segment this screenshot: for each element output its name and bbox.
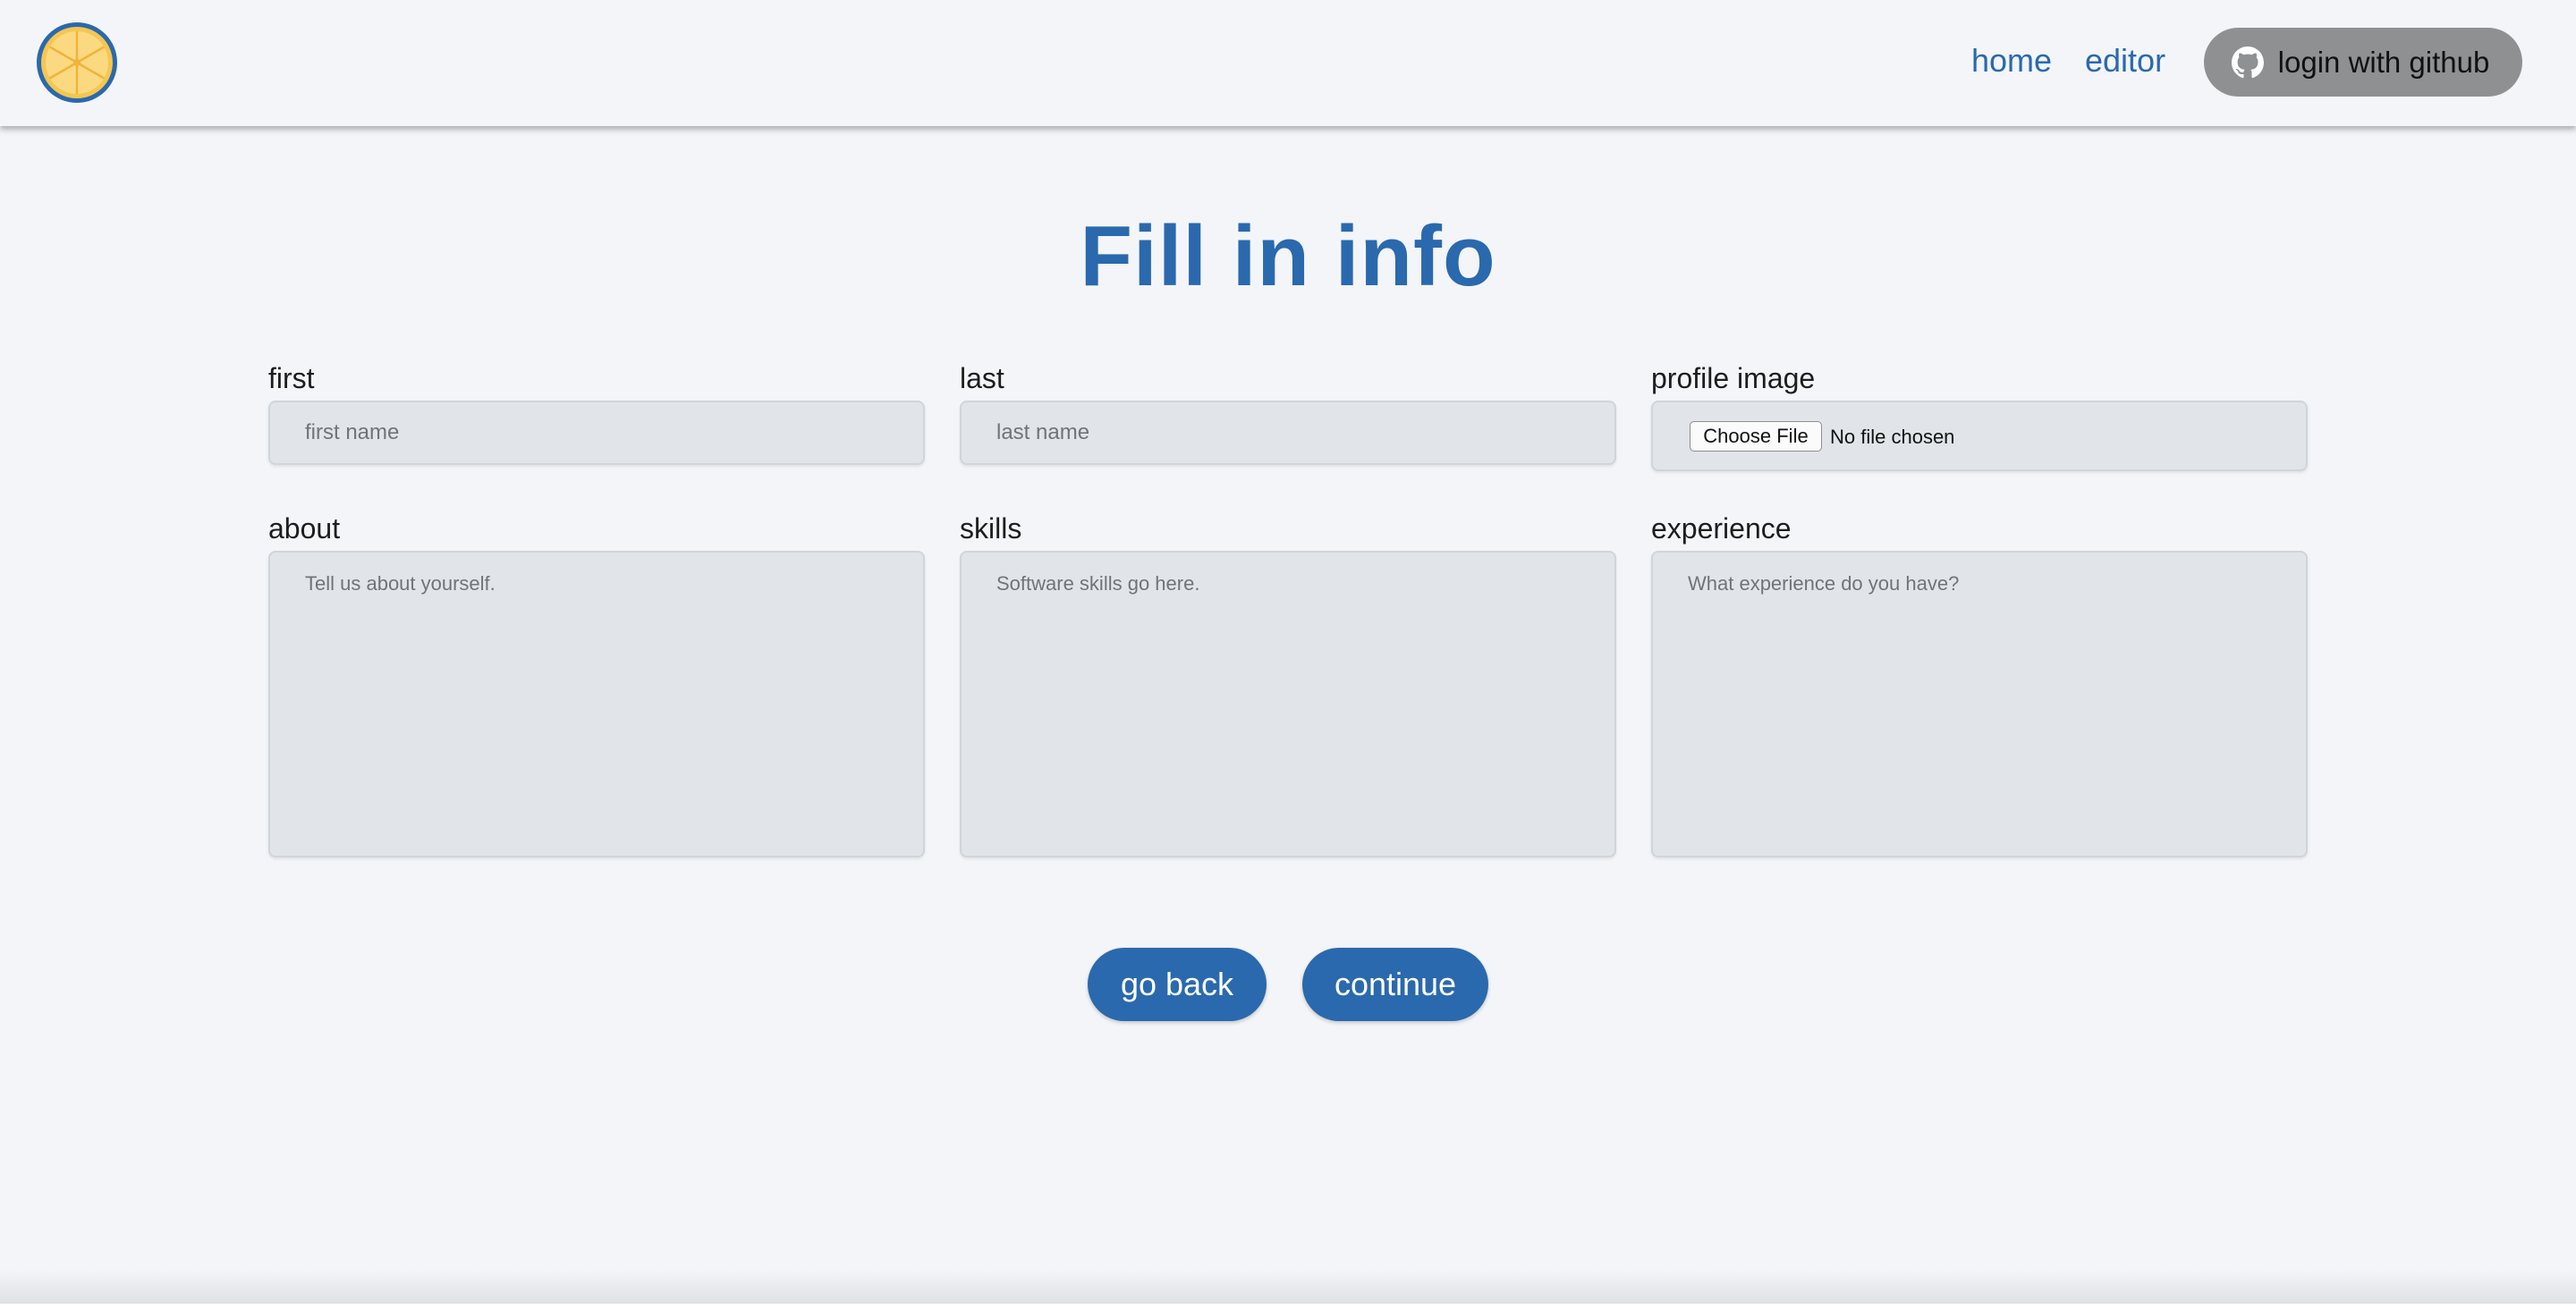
nav-editor-link[interactable]: editor (2085, 39, 2165, 82)
github-button-label: login with github (2277, 45, 2490, 79)
experience-textarea[interactable] (1651, 551, 2308, 857)
nav-home-link[interactable]: home (1971, 39, 2052, 82)
last-name-input[interactable] (960, 401, 1616, 465)
first-name-input[interactable] (268, 401, 925, 465)
page-title: Fill in info (1080, 208, 1496, 304)
orange-slice-logo-icon[interactable] (36, 21, 118, 104)
profile-image-file-input[interactable]: Choose File No file chosen (1651, 401, 2308, 471)
first-name-label: first (268, 362, 315, 394)
choose-file-button[interactable]: Choose File (1690, 421, 1822, 452)
about-label: about (268, 512, 341, 545)
continue-button[interactable]: continue (1302, 948, 1488, 1021)
login-with-github-button[interactable]: login with github (2204, 28, 2522, 97)
bottom-edge (0, 1304, 2576, 1309)
profile-image-label: profile image (1651, 362, 1816, 394)
github-icon (2231, 46, 2264, 78)
go-back-button[interactable]: go back (1088, 948, 1267, 1021)
top-navbar: home editor login with github (0, 0, 2576, 126)
about-textarea[interactable] (268, 551, 925, 857)
file-status-text: No file chosen (1830, 426, 1955, 448)
skills-textarea[interactable] (960, 551, 1616, 857)
last-name-label: last (960, 362, 1004, 394)
experience-label: experience (1651, 512, 1792, 545)
skills-label: skills (960, 512, 1022, 545)
